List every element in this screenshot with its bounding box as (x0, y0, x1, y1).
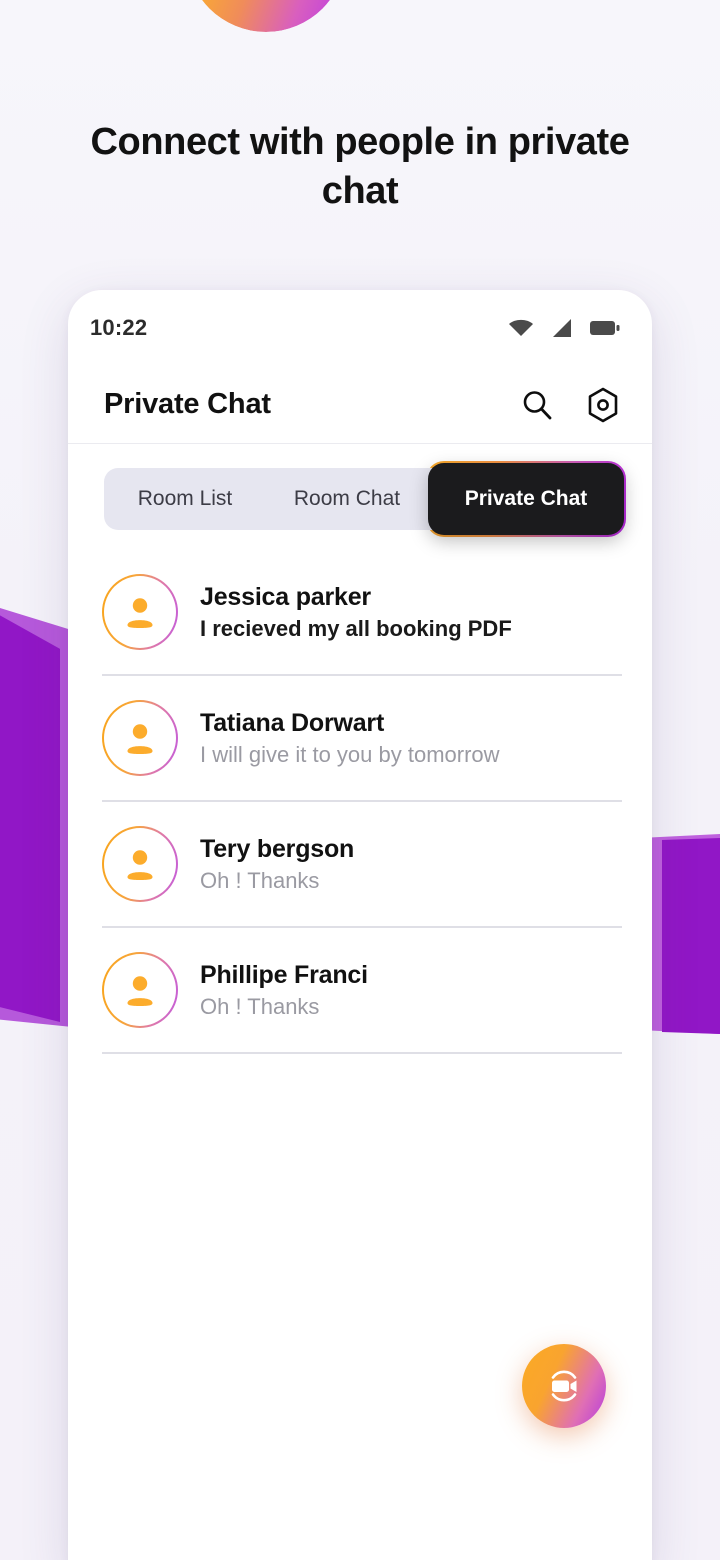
status-bar: 10:22 (68, 290, 652, 366)
tab-private-chat[interactable]: Private Chat (426, 461, 626, 537)
status-time: 10:22 (90, 315, 148, 340)
chat-preview: I will give it to you by tomorrow (200, 741, 500, 767)
list-item-texts: Tatiana Dorwart I will give it to you by… (200, 709, 500, 768)
chat-preview: Oh ! Thanks (200, 993, 320, 1019)
avatar (102, 826, 178, 902)
list-item-texts: Jessica parker I recieved my all booking… (200, 583, 512, 642)
list-item[interactable]: Jessica parker I recieved my all booking… (102, 550, 622, 676)
person-icon (127, 850, 153, 880)
gradient-ring-icon (186, 0, 346, 32)
app-bar-actions (520, 387, 620, 423)
decor-shape-left-dark (0, 612, 60, 1022)
video-call-fab[interactable] (522, 1344, 606, 1428)
tab-bar-container: Room List Room Chat Private Chat (68, 444, 652, 537)
page-title: Connect with people in private chat (90, 121, 630, 212)
app-bar-title: Private Chat (104, 388, 271, 420)
avatar (102, 700, 178, 776)
avatar (102, 952, 178, 1028)
chat-name: Phillipe Franci (200, 960, 368, 989)
chat-preview: I recieved my all booking PDF (200, 615, 512, 641)
tab-room-chat[interactable]: Room Chat (266, 468, 428, 530)
list-item[interactable]: Phillipe Franci Oh ! Thanks (102, 928, 622, 1054)
promo-screen: Connect with people in private chat 10:2… (0, 0, 720, 1560)
signal-icon (553, 319, 571, 337)
person-icon (127, 724, 153, 754)
status-icons (508, 318, 620, 338)
top-ring-decoration (0, 0, 720, 62)
list-item[interactable]: Tery bergson Oh ! Thanks (102, 802, 622, 928)
chat-list: Jessica parker I recieved my all booking… (68, 550, 652, 1054)
battery-icon (590, 321, 620, 335)
tab-room-list[interactable]: Room List (104, 468, 266, 530)
chat-name: Jessica parker (200, 582, 371, 611)
chat-name: Tatiana Dorwart (200, 708, 385, 737)
list-item[interactable]: Tatiana Dorwart I will give it to you by… (102, 676, 622, 802)
chat-name: Tery bergson (200, 834, 355, 863)
list-item-texts: Tery bergson Oh ! Thanks (200, 835, 354, 894)
person-icon (127, 598, 153, 628)
wifi-icon (509, 319, 533, 336)
video-call-icon (551, 1370, 577, 1402)
phone-mockup: 10:22 Private Chat Room List Room Chat P… (68, 290, 652, 1560)
chat-preview: Oh ! Thanks (200, 867, 320, 893)
search-icon[interactable] (520, 388, 554, 422)
person-icon (127, 976, 153, 1006)
decor-shape-right-dark (662, 838, 720, 1034)
avatar (102, 574, 178, 650)
app-bar: Private Chat (68, 366, 652, 444)
tab-bar: Room List Room Chat Private Chat (104, 461, 626, 537)
settings-hex-icon[interactable] (586, 387, 620, 423)
list-item-texts: Phillipe Franci Oh ! Thanks (200, 961, 368, 1020)
